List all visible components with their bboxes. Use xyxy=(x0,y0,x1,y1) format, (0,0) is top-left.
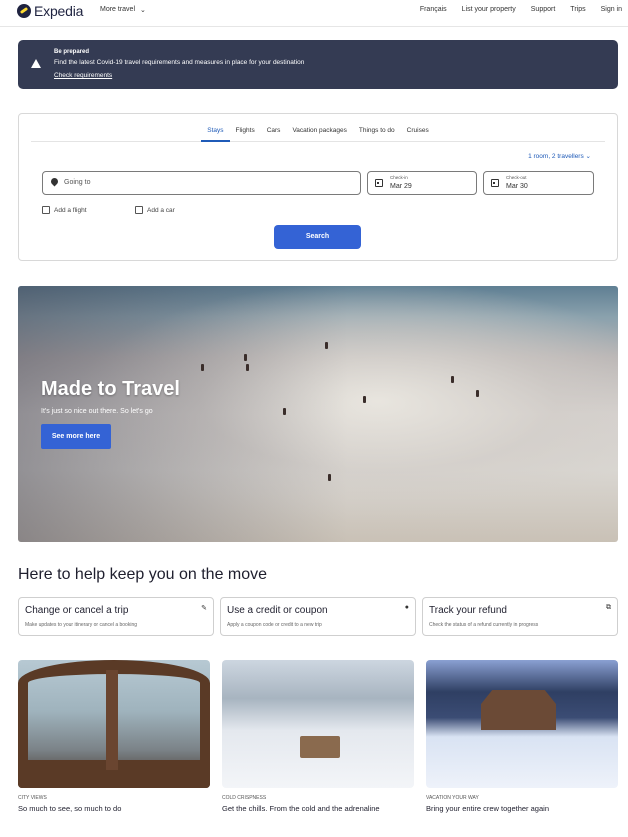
more-travel-menu[interactable]: More travel ⌄ xyxy=(100,6,146,14)
checkbox-box[interactable] xyxy=(42,206,50,214)
swimmer-figure xyxy=(244,354,247,361)
swimmer-figure xyxy=(451,376,454,383)
bench-figure xyxy=(300,736,340,758)
covid-alert-banner: Be prepared Find the latest Covid-19 tra… xyxy=(18,40,618,89)
alert-message: Find the latest Covid-19 travel requirem… xyxy=(54,59,305,66)
sign-in-link[interactable]: Sign in xyxy=(601,6,622,13)
chevron-down-icon: ⌄ xyxy=(585,153,591,160)
card-title: Track your refund xyxy=(429,605,507,616)
promo-kicker: Vacation your way xyxy=(426,795,479,801)
promo-kicker: Cold crispness xyxy=(222,795,267,801)
check-in-value: Mar 29 xyxy=(390,183,412,190)
city-views-image[interactable] xyxy=(18,660,210,788)
brand-name: Expedia xyxy=(34,3,84,19)
top-navigation: Expedia More travel ⌄ Français List your… xyxy=(0,0,628,27)
search-form: Stays Flights Cars Vacation packages Thi… xyxy=(18,113,618,261)
chevron-down-icon: ⌄ xyxy=(140,7,146,14)
promo-title[interactable]: Get the chills. From the cold and the ad… xyxy=(222,804,380,813)
refund-icon: ⧉ xyxy=(606,604,611,611)
list-property-link[interactable]: List your property xyxy=(462,6,516,13)
calendar-icon xyxy=(375,179,383,187)
expedia-logo[interactable]: Expedia xyxy=(17,3,83,19)
swimmer-figure xyxy=(363,396,366,403)
swimmer-figure xyxy=(325,342,328,349)
language-link[interactable]: Français xyxy=(420,6,447,13)
add-car-checkbox[interactable]: Add a car xyxy=(135,206,175,214)
swimmer-figure xyxy=(476,390,479,397)
hero-subtitle: It's just so nice out there. So let's go xyxy=(41,408,153,415)
track-refund-card[interactable]: Track your refund Check the status of a … xyxy=(422,597,618,636)
chalet-figure xyxy=(481,690,556,730)
warning-icon xyxy=(31,59,41,68)
header-links: Français List your property Support Trip… xyxy=(420,6,622,13)
hero-banner: Made to Travel It's just so nice out the… xyxy=(18,286,618,542)
travellers-label: 1 room, 2 travellers xyxy=(528,153,584,160)
promo-kicker: City views xyxy=(18,795,47,801)
search-button[interactable]: Search xyxy=(274,225,361,249)
trips-link[interactable]: Trips xyxy=(570,6,585,13)
check-out-label: Check-out xyxy=(506,175,527,180)
search-tabs: Stays Flights Cars Vacation packages Thi… xyxy=(19,114,617,142)
check-in-label: Check-in xyxy=(390,175,408,180)
promo-title[interactable]: So much to see, so much to do xyxy=(18,804,121,813)
card-title: Use a credit or coupon xyxy=(227,605,328,616)
card-title: Change or cancel a trip xyxy=(25,605,129,616)
help-section-heading: Here to help keep you on the move xyxy=(18,566,268,583)
tab-vacation-packages[interactable]: Vacation packages xyxy=(286,114,352,142)
check-out-date-field[interactable]: Check-out Mar 30 xyxy=(483,171,594,195)
swimmer-figure xyxy=(328,474,331,481)
add-flight-label: Add a flight xyxy=(54,206,87,214)
alert-title: Be prepared xyxy=(54,49,90,55)
add-flight-checkbox[interactable]: Add a flight xyxy=(42,206,87,214)
check-in-date-field[interactable]: Check-in Mar 29 xyxy=(367,171,477,195)
checkbox-box[interactable] xyxy=(135,206,143,214)
credit-coupon-card[interactable]: Use a credit or coupon Apply a coupon co… xyxy=(220,597,416,636)
going-to-placeholder: Going to xyxy=(64,179,91,186)
check-requirements-link[interactable]: Check requirements xyxy=(54,72,112,79)
expedia-plane-icon xyxy=(17,4,31,18)
promo-title[interactable]: Bring your entire crew together again xyxy=(426,804,549,813)
swimmer-figure xyxy=(201,364,204,371)
check-out-value: Mar 30 xyxy=(506,183,528,190)
tab-cars[interactable]: Cars xyxy=(261,114,287,142)
vacation-your-way-image[interactable] xyxy=(426,660,618,788)
calendar-icon xyxy=(491,179,499,187)
card-description: Check the status of a refund currently i… xyxy=(429,622,539,628)
going-to-input[interactable]: Going to xyxy=(42,171,361,195)
pencil-icon: ✎ xyxy=(201,605,207,612)
location-pin-icon xyxy=(49,176,60,187)
tab-flights[interactable]: Flights xyxy=(230,114,261,142)
change-cancel-trip-card[interactable]: Change or cancel a trip Make updates to … xyxy=(18,597,214,636)
coupon-icon: ● xyxy=(404,604,409,611)
more-travel-label: More travel xyxy=(100,6,136,13)
cold-crispness-image[interactable] xyxy=(222,660,414,788)
tab-stays[interactable]: Stays xyxy=(201,114,230,142)
see-more-button[interactable]: See more here xyxy=(41,424,111,449)
card-description: Apply a coupon code or credit to a new t… xyxy=(227,622,322,628)
swimmer-figure xyxy=(246,364,249,371)
travellers-selector[interactable]: 1 room, 2 travellers ⌄ xyxy=(528,152,591,160)
card-description: Make updates to your itinerary or cancel… xyxy=(25,622,138,628)
tab-things-to-do[interactable]: Things to do xyxy=(353,114,401,142)
swimmer-figure xyxy=(283,408,286,415)
hero-title: Made to Travel xyxy=(41,378,180,400)
add-car-label: Add a car xyxy=(147,206,175,214)
tab-cruises[interactable]: Cruises xyxy=(401,114,435,142)
support-link[interactable]: Support xyxy=(531,6,556,13)
